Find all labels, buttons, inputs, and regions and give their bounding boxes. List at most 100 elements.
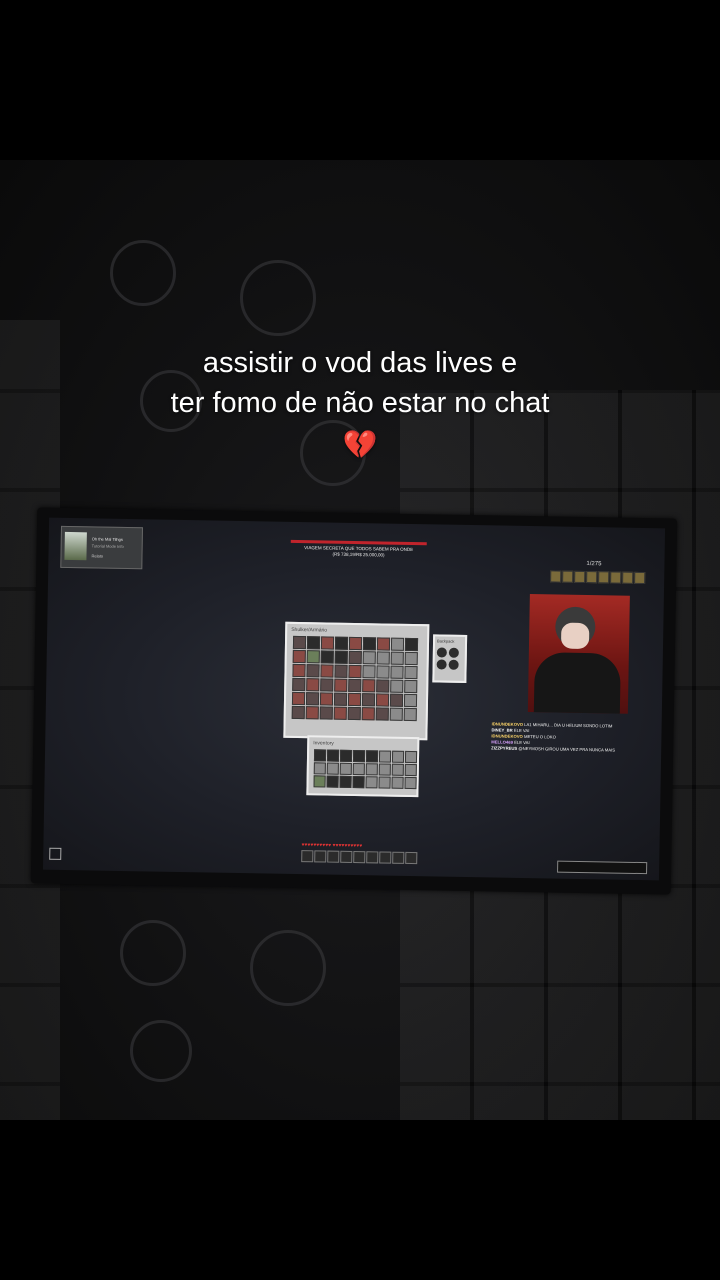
hotbar-slot[interactable]	[366, 851, 379, 864]
inventory-slot[interactable]	[305, 692, 320, 706]
inventory-slot[interactable]	[292, 649, 306, 664]
inventory-slot[interactable]	[339, 762, 352, 775]
inventory-slot[interactable]	[365, 776, 378, 789]
inventory-slot[interactable]	[313, 749, 327, 762]
inventory-slot[interactable]	[348, 678, 362, 693]
inventory-slot[interactable]	[375, 707, 389, 721]
inventory-slot[interactable]	[333, 706, 347, 720]
inventory-slot[interactable]	[391, 776, 404, 789]
inventory-slot[interactable]	[320, 650, 334, 664]
inventory-slot[interactable]	[334, 636, 349, 650]
hotbar-slot[interactable]	[327, 850, 340, 863]
coal-item-icon[interactable]	[448, 647, 459, 658]
inventory-slot[interactable]	[352, 749, 366, 763]
wallpaper-flower	[120, 920, 186, 986]
inventory-slot[interactable]	[347, 706, 361, 721]
inventory-slot[interactable]	[334, 650, 348, 664]
inventory-slot[interactable]	[362, 665, 376, 679]
inventory-slot[interactable]	[292, 663, 306, 678]
broken-heart-emoji: 💔	[342, 429, 378, 460]
inventory-slot[interactable]	[376, 637, 391, 651]
inventory-slot[interactable]	[352, 762, 365, 776]
inventory-slot[interactable]	[306, 650, 320, 664]
inventory-slot[interactable]	[391, 750, 405, 763]
inventory-slot[interactable]	[348, 664, 362, 679]
inventory-slot[interactable]	[378, 776, 391, 789]
hotbar-slot[interactable]	[379, 851, 392, 864]
inventory-slot[interactable]	[334, 678, 348, 692]
inventory-slot[interactable]	[378, 750, 392, 763]
inventory-slot[interactable]	[378, 763, 391, 776]
coal-item-icon[interactable]	[436, 659, 447, 670]
inventory-slot[interactable]	[390, 665, 404, 679]
inventory-slot[interactable]	[291, 691, 306, 706]
inventory-slot[interactable]	[319, 706, 333, 720]
inventory-slot[interactable]	[313, 762, 326, 775]
hotbar-slot[interactable]	[392, 851, 405, 864]
hotbar-slot[interactable]	[301, 850, 314, 863]
inventory-slot[interactable]	[365, 750, 379, 763]
inventory-slot[interactable]	[362, 651, 376, 665]
coal-item-icon[interactable]	[436, 647, 447, 658]
inventory-slot[interactable]	[319, 692, 334, 706]
inventory-slot[interactable]	[404, 651, 418, 666]
inventory-slot[interactable]	[376, 651, 390, 665]
inventory-slot[interactable]	[348, 636, 363, 651]
inventory-slot[interactable]	[362, 637, 377, 651]
inventory-slot[interactable]	[347, 692, 362, 707]
inventory-slot[interactable]	[326, 762, 339, 775]
inventory-slot[interactable]	[306, 678, 320, 692]
inventory-slot[interactable]	[320, 636, 335, 650]
inventory-slot[interactable]	[326, 775, 339, 788]
inventory-slot[interactable]	[390, 637, 405, 651]
inventory-slot[interactable]	[306, 664, 320, 678]
inventory-slot[interactable]	[391, 763, 404, 776]
inventory-slot[interactable]	[333, 692, 348, 706]
inventory-slot[interactable]	[365, 763, 378, 776]
inventory-slot[interactable]	[390, 679, 404, 693]
inventory-slot[interactable]	[292, 635, 307, 650]
inventory-slot[interactable]	[305, 706, 319, 720]
inventory-slot[interactable]	[404, 637, 419, 652]
hotbar-slot[interactable]	[353, 851, 366, 864]
hotbar-slot[interactable]	[340, 850, 353, 863]
inventory-slot[interactable]	[389, 693, 404, 707]
inventory-slot[interactable]	[389, 707, 403, 721]
inventory-slot[interactable]	[291, 705, 305, 720]
inventory-slot[interactable]	[339, 749, 353, 762]
inventory-slot[interactable]	[390, 651, 404, 665]
inventory-slot[interactable]	[403, 693, 418, 708]
inventory-slot[interactable]	[292, 677, 306, 692]
chat-text: @NEYMOSH GIROU UMA VEZ PRA NUNCA MAIS	[518, 745, 616, 753]
backpack-grid	[435, 645, 465, 672]
inventory-slot[interactable]	[404, 776, 417, 790]
inventory-slot[interactable]	[348, 650, 362, 665]
inventory-slot[interactable]	[403, 707, 417, 722]
item-slot	[586, 571, 598, 584]
hotbar-slot[interactable]	[314, 850, 327, 863]
container-inventory: Shulker/Armário	[283, 621, 430, 741]
caption-line-2: ter fomo de não estar no chat	[170, 387, 550, 419]
chat-username: ZIZZPYREUS	[491, 745, 518, 751]
inventory-slot[interactable]	[376, 679, 390, 693]
inventory-slot[interactable]	[404, 750, 418, 764]
inventory-slot[interactable]	[361, 693, 376, 707]
stream-chat: IDNUNDEKOVO LA1 MIHARU... DIA U HELIUM S…	[491, 721, 659, 754]
inventory-slot[interactable]	[404, 679, 418, 694]
coal-item-icon[interactable]	[448, 659, 459, 670]
inventory-slot[interactable]	[404, 665, 418, 680]
inventory-slot[interactable]	[375, 693, 390, 707]
inventory-slot[interactable]	[306, 636, 321, 650]
hotbar-slot[interactable]	[405, 851, 418, 865]
inventory-slot[interactable]	[320, 678, 334, 692]
inventory-slot[interactable]	[334, 664, 348, 678]
inventory-slot[interactable]	[361, 707, 375, 721]
inventory-slot[interactable]	[320, 664, 334, 678]
inventory-slot[interactable]	[326, 749, 340, 762]
inventory-slot[interactable]	[362, 679, 376, 693]
inventory-slot[interactable]	[376, 665, 390, 679]
inventory-slot[interactable]	[339, 775, 352, 788]
inventory-slot[interactable]	[352, 775, 365, 789]
inventory-slot[interactable]	[404, 763, 417, 777]
inventory-slot[interactable]	[313, 775, 326, 788]
